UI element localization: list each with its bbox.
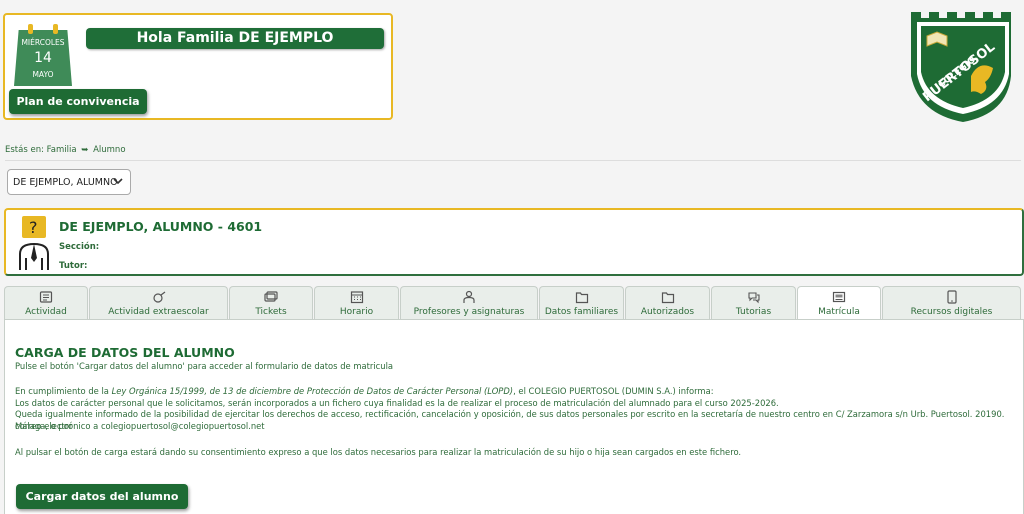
matricula-panel: CARGA DE DATOS DEL ALUMNO Pulse el botón… [4, 319, 1024, 514]
breadcrumb-alumno: Alumno [93, 145, 126, 155]
id-card-icon [832, 291, 846, 303]
breadcrumb-separator: ➥ [81, 145, 89, 155]
tab-tickets[interactable]: Tickets [229, 286, 313, 319]
tab-datos-familiares[interactable]: Datos familiares [539, 286, 624, 319]
breadcrumb: Estás en: Familia ➥ Alumno [5, 145, 126, 155]
panel-subtitle: Pulse el botón 'Cargar datos del alumno'… [15, 361, 394, 371]
student-card: ? DE EJEMPLO, ALUMNO - 4601 Sección: Tut… [4, 208, 1024, 276]
section-label: Sección: [59, 242, 100, 252]
tickets-icon [264, 291, 278, 302]
tab-profesores-y-asignaturas[interactable]: Profesores y asignaturas [400, 286, 538, 319]
tab-tutorias[interactable]: Tutorias [711, 286, 796, 319]
calendar-icon [350, 291, 363, 304]
folder-icon [575, 292, 588, 304]
plan-convivencia-button[interactable]: Plan de convivencia [9, 89, 147, 114]
calendar-weekday: MIÉRCOLES [21, 38, 65, 47]
chat-icon [747, 292, 760, 304]
law-paragraph: En cumplimiento de la Ley Orgánica 15/19… [15, 386, 714, 396]
student-name: DE EJEMPLO, ALUMNO - 4601 [59, 219, 263, 234]
tablet-icon [946, 290, 957, 304]
consent-paragraph: Al pulsar el botón de carga estará dando… [15, 447, 742, 457]
teacher-icon [463, 290, 475, 303]
tab-horario[interactable]: Horario [314, 286, 399, 319]
tab-actividad[interactable]: Actividad [4, 286, 88, 319]
load-student-data-button[interactable]: Cargar datos del alumno [16, 484, 188, 509]
breadcrumb-familia[interactable]: Familia [47, 145, 77, 155]
divider [5, 160, 1021, 161]
folder-icon [661, 292, 674, 304]
panel-title: CARGA DE DATOS DEL ALUMNO [15, 345, 235, 360]
calendar-widget: MIÉRCOLES 14 MAYO [14, 24, 72, 88]
tab-actividad-extraescolar[interactable]: Actividad extraescolar [89, 286, 228, 319]
purpose-paragraph: Los datos de carácter personal que le so… [15, 397, 779, 408]
tab-recursos-digitales[interactable]: Recursos digitales [882, 286, 1021, 319]
school-logo: COLEGIO PUERTOSOL [907, 6, 1019, 124]
svg-text:?: ? [29, 218, 38, 237]
tab-autorizados[interactable]: Autorizados [625, 286, 710, 319]
calendar-day: 14 [34, 50, 52, 66]
tutor-label: Tutor: [59, 261, 88, 271]
activity-icon [39, 291, 53, 303]
student-avatar-icon: ? [19, 216, 49, 270]
header-card: MIÉRCOLES 14 MAYO Hola Familia DE EJEMPL… [3, 13, 393, 120]
rights-email: correo electrónico a colegiopuertosol@co… [15, 420, 265, 431]
greeting-banner: Hola Familia DE EJEMPLO [86, 28, 384, 49]
whistle-icon [152, 291, 165, 303]
chevron-down-icon [113, 178, 123, 185]
calendar-month: MAYO [32, 70, 54, 79]
student-select[interactable]: DE EJEMPLO, ALUMNO [7, 169, 131, 195]
tab-matricula[interactable]: Matrícula [797, 286, 881, 320]
